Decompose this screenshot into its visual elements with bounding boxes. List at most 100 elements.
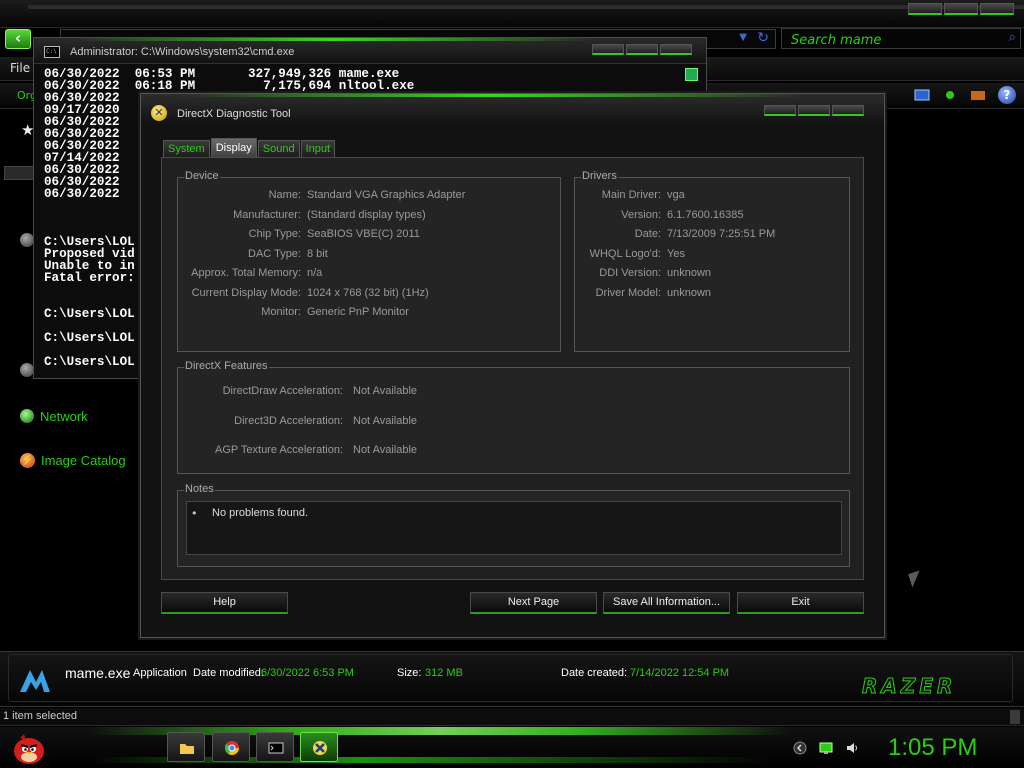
info-row: Approx. Total Memory: n/a bbox=[178, 266, 560, 280]
details-date-modified: 6/30/2022 6:53 PM bbox=[261, 667, 354, 679]
nav-item-network[interactable]: Network bbox=[20, 407, 88, 425]
details-date-created-label: Date created: bbox=[561, 667, 628, 679]
computer-icon[interactable] bbox=[20, 363, 34, 377]
dxdiag-title: DirectX Diagnostic Tool bbox=[177, 108, 291, 120]
info-label: DAC Type: bbox=[248, 247, 301, 260]
info-value: vga bbox=[667, 189, 685, 201]
cmd-maximize-button[interactable] bbox=[626, 44, 658, 55]
library-icon[interactable] bbox=[970, 88, 986, 102]
info-label: DDI Version: bbox=[599, 267, 661, 279]
network-tray-icon[interactable] bbox=[819, 741, 833, 755]
info-row: WHQL Logo'd: Yes bbox=[575, 247, 849, 261]
dxdiag-caption-buttons bbox=[764, 105, 864, 116]
info-row: Direct3D Acceleration: Not Available bbox=[178, 414, 849, 428]
dxdiag-window[interactable]: ✕ DirectX Diagnostic Tool System Display… bbox=[140, 93, 885, 638]
cmd-icon bbox=[268, 742, 284, 754]
info-row: Driver Model: unknown bbox=[575, 286, 849, 300]
tab-input[interactable]: Input bbox=[300, 140, 336, 157]
exit-button[interactable]: Exit bbox=[737, 592, 864, 614]
cmd-caption-buttons bbox=[592, 44, 692, 55]
taskbar: 1:05 PM bbox=[0, 727, 1024, 768]
info-value: Not Available bbox=[353, 444, 418, 456]
save-all-information-button[interactable]: Save All Information... bbox=[603, 592, 730, 614]
chrome-icon bbox=[224, 741, 239, 755]
info-row: Name: Standard VGA Graphics Adapter bbox=[178, 188, 560, 202]
taskbar-directx-diagnostic[interactable] bbox=[300, 732, 338, 762]
close-button[interactable] bbox=[980, 3, 1014, 15]
drivers-group-title: Drivers bbox=[581, 170, 618, 182]
directx-icon: ✕ bbox=[151, 105, 167, 121]
dropdown-arrow-icon[interactable]: ▼ bbox=[739, 32, 747, 43]
info-value: 6.1.7600.16385 bbox=[667, 208, 744, 221]
dxdiag-maximize-button[interactable] bbox=[798, 105, 830, 116]
tab-sound[interactable]: Sound bbox=[257, 140, 300, 157]
details-date-created: 7/14/2022 12:54 PM bbox=[630, 667, 730, 679]
nav-item-image-catalog-label: Image Catalog bbox=[41, 452, 126, 468]
tab-display[interactable]: Display bbox=[210, 138, 257, 157]
help-icon[interactable]: ? bbox=[998, 86, 1016, 104]
details-pane: mame.exe Application Date modified: 6/30… bbox=[0, 651, 1024, 707]
info-label: AGP Texture Acceleration: bbox=[215, 444, 343, 456]
info-label: Chip Type: bbox=[248, 228, 301, 240]
resize-grip-icon[interactable] bbox=[1010, 710, 1020, 724]
cmd-titlebar[interactable]: C:\ Administrator: C:\Windows\system32\c… bbox=[34, 38, 706, 64]
preview-pane-icon[interactable] bbox=[942, 88, 958, 102]
search-icon[interactable]: ⌕ bbox=[1009, 30, 1016, 45]
taskbar-clock[interactable]: 1:05 PM bbox=[888, 734, 977, 762]
dxdiag-minimize-button[interactable] bbox=[764, 105, 796, 116]
refresh-icon[interactable]: ↻ bbox=[757, 30, 769, 46]
details-size: 312 MB bbox=[425, 667, 463, 679]
notes-bullet: • bbox=[191, 507, 198, 520]
minimize-button[interactable] bbox=[908, 3, 942, 15]
maximize-button[interactable] bbox=[944, 3, 978, 15]
info-row: Monitor: Generic PnP Monitor bbox=[178, 305, 560, 319]
dxdiag-tabs: System Display Sound Input bbox=[163, 138, 336, 157]
info-row: Chip Type: SeaBIOS VBE(C) 2011 bbox=[178, 227, 560, 241]
info-label: Manufacturer: bbox=[233, 208, 301, 221]
nav-item-image-catalog[interactable]: ⚡ Image Catalog bbox=[20, 451, 126, 469]
dxdiag-close-button[interactable] bbox=[832, 105, 864, 116]
status-bar: 1 item selected bbox=[0, 708, 1024, 726]
help-button[interactable]: Help bbox=[161, 592, 288, 614]
notes-group: Notes • No problems found. bbox=[177, 483, 850, 567]
info-label: Main Driver: bbox=[601, 189, 661, 201]
info-value: n/a bbox=[307, 267, 323, 279]
start-button-angry-bird-icon[interactable] bbox=[10, 730, 48, 766]
mame-app-icon bbox=[20, 670, 50, 692]
search-input[interactable] bbox=[782, 31, 992, 50]
taskbar-command-prompt[interactable] bbox=[256, 732, 294, 762]
info-row: Date: 7/13/2009 7:25:51 PM bbox=[575, 227, 849, 241]
notes-box[interactable]: • No problems found. bbox=[186, 501, 842, 555]
details-file-name: mame.exe bbox=[65, 665, 131, 681]
search-box[interactable]: ⌕ bbox=[781, 28, 1021, 50]
features-group-title: DirectX Features bbox=[184, 360, 269, 372]
info-label: Monitor: bbox=[261, 306, 301, 318]
cmd-icon: C:\ bbox=[44, 46, 60, 58]
info-label: Name: bbox=[268, 189, 301, 201]
show-hidden-icons-icon[interactable] bbox=[793, 741, 807, 755]
taskbar-file-explorer[interactable] bbox=[167, 732, 205, 762]
info-label: WHQL Logo'd: bbox=[589, 247, 661, 260]
homegroup-icon[interactable] bbox=[20, 233, 34, 247]
info-row: Version: 6.1.7600.16385 bbox=[575, 208, 849, 222]
mouse-cursor-icon bbox=[908, 570, 924, 588]
cmd-minimize-button[interactable] bbox=[592, 44, 624, 55]
volume-icon[interactable] bbox=[845, 741, 859, 755]
taskbar-chrome[interactable] bbox=[212, 732, 250, 762]
info-label: Version: bbox=[621, 208, 661, 221]
cmd-close-button[interactable] bbox=[660, 44, 692, 55]
back-button[interactable]: ‹ bbox=[5, 29, 31, 49]
nav-item-network-label: Network bbox=[40, 408, 88, 424]
info-value: Standard VGA Graphics Adapter bbox=[307, 189, 466, 201]
menu-file[interactable]: File bbox=[10, 61, 30, 75]
tab-system[interactable]: System bbox=[163, 140, 210, 157]
info-value: unknown bbox=[667, 267, 712, 279]
view-icon[interactable] bbox=[914, 88, 930, 102]
info-value: SeaBIOS VBE(C) 2011 bbox=[307, 228, 420, 240]
image-catalog-icon: ⚡ bbox=[20, 452, 35, 468]
info-label: DirectDraw Acceleration: bbox=[222, 385, 343, 397]
scroll-up-icon[interactable] bbox=[685, 68, 698, 81]
info-row: DDI Version: unknown bbox=[575, 266, 849, 280]
dxdiag-titlebar[interactable]: ✕ DirectX Diagnostic Tool bbox=[141, 94, 884, 126]
next-page-button[interactable]: Next Page bbox=[470, 592, 597, 614]
